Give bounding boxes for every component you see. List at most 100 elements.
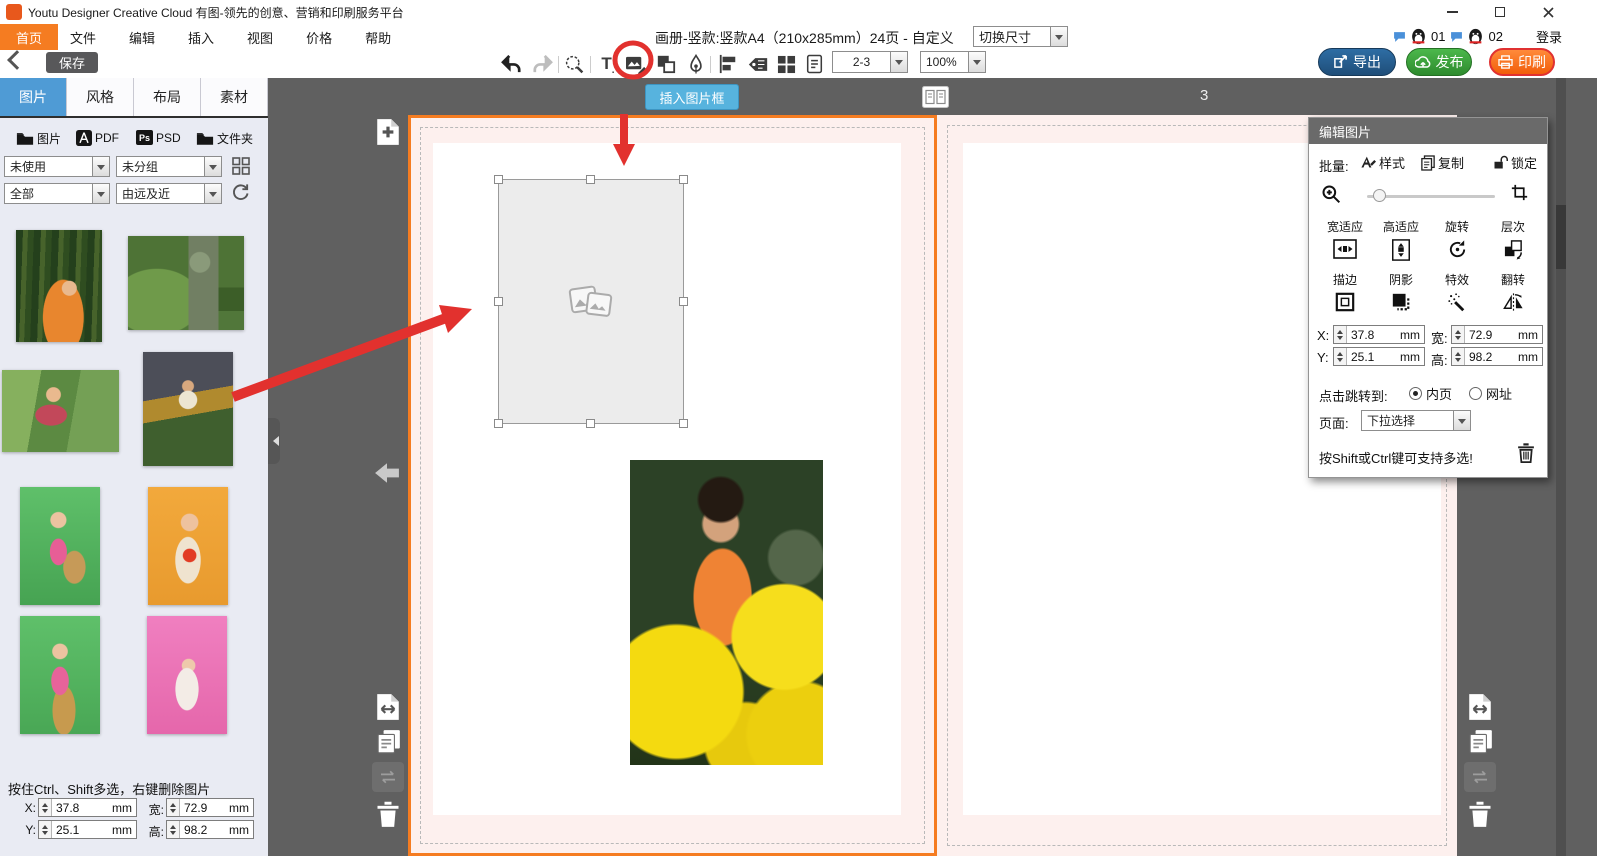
- batch-copy-button[interactable]: 复制: [1421, 153, 1464, 172]
- photo-thumb-boy-bamboo[interactable]: [16, 230, 102, 342]
- jump-internal-option[interactable]: 内页: [1409, 384, 1452, 403]
- page-select-dropdown[interactable]: 2-3: [832, 51, 908, 73]
- panel-height-field[interactable]: 98.2mm: [1451, 347, 1543, 366]
- chevron-down-icon[interactable]: [92, 157, 109, 176]
- grid-view-icon[interactable]: [232, 157, 250, 175]
- close-button[interactable]: [1533, 3, 1563, 21]
- shape-tool[interactable]: [654, 52, 678, 76]
- spinner-icon[interactable]: [1452, 326, 1465, 343]
- photo-thumb-boy-plaid[interactable]: [2, 370, 119, 452]
- photo-thumb-baby-chair[interactable]: [20, 487, 100, 605]
- add-page-button[interactable]: [376, 118, 400, 146]
- radio-selected-icon[interactable]: [1409, 387, 1422, 400]
- pen-tool[interactable]: [684, 52, 708, 76]
- photo-thumb-baby-sitting[interactable]: [20, 616, 100, 734]
- swap-pages-button[interactable]: [372, 762, 404, 792]
- panel-width-field[interactable]: 72.9mm: [1451, 325, 1543, 344]
- qq-contact-2[interactable]: 02: [1488, 29, 1502, 44]
- menu-home[interactable]: 首页: [0, 24, 58, 50]
- page-document-tool[interactable]: [802, 52, 826, 76]
- resize-handle[interactable]: [679, 297, 688, 306]
- photo-thumb-baby-apple[interactable]: [148, 487, 228, 605]
- batch-lock-button[interactable]: 锁定: [1493, 153, 1537, 172]
- delete-page-button[interactable]: [376, 800, 400, 828]
- maximize-button[interactable]: [1485, 3, 1515, 21]
- zoom-select-tool[interactable]: [562, 52, 586, 76]
- tab-images[interactable]: 图片: [0, 78, 67, 116]
- placed-photo-boy-balloons[interactable]: [630, 460, 823, 765]
- scale-slider-track[interactable]: [1367, 195, 1495, 198]
- import-psd-button[interactable]: Ps PSD: [136, 130, 181, 145]
- zoom-level-dropdown[interactable]: 100%: [920, 51, 986, 73]
- spinner-icon[interactable]: [1334, 348, 1347, 365]
- batch-style-button[interactable]: 样式: [1361, 153, 1405, 172]
- trash-icon[interactable]: [1517, 442, 1535, 463]
- tool-fit-width[interactable]: 宽适应: [1317, 218, 1373, 259]
- text-tool[interactable]: T.: [596, 52, 620, 76]
- chevron-down-icon[interactable]: [204, 157, 221, 176]
- prev-spread-arrow[interactable]: [374, 462, 400, 484]
- import-folder-button[interactable]: 文件夹: [196, 130, 253, 147]
- delete-page-button-right[interactable]: [1468, 800, 1492, 828]
- chevron-down-icon[interactable]: [92, 184, 109, 203]
- resize-handle[interactable]: [586, 419, 595, 428]
- y-field[interactable]: 25.1mm: [38, 820, 137, 839]
- chevron-down-icon[interactable]: [890, 52, 907, 72]
- tool-stroke[interactable]: 描边: [1317, 271, 1373, 312]
- height-field[interactable]: 98.2mm: [166, 820, 254, 839]
- radio-icon[interactable]: [1469, 387, 1482, 400]
- copy-pages-button[interactable]: [376, 729, 402, 755]
- spinner-icon[interactable]: [167, 799, 180, 816]
- chevron-down-icon[interactable]: [1453, 411, 1470, 430]
- import-pdf-button[interactable]: PDF: [76, 130, 119, 146]
- qq-penguin-icon[interactable]: [1468, 28, 1483, 45]
- scale-slider-thumb[interactable]: [1373, 189, 1386, 202]
- menu-file[interactable]: 文件: [70, 28, 96, 47]
- jump-url-option[interactable]: 网址: [1469, 384, 1512, 403]
- resize-handle[interactable]: [494, 297, 503, 306]
- resize-handle[interactable]: [494, 175, 503, 184]
- tab-layouts[interactable]: 布局: [134, 78, 201, 116]
- zoom-in-icon[interactable]: [1321, 184, 1341, 204]
- menu-edit[interactable]: 编辑: [129, 28, 155, 47]
- tool-flip[interactable]: 翻转: [1485, 271, 1541, 312]
- tool-rotate[interactable]: 旋转: [1429, 218, 1485, 260]
- publish-button[interactable]: 发布: [1406, 48, 1472, 76]
- page-size-button-right[interactable]: [1468, 693, 1492, 721]
- sidebar-collapse-handle[interactable]: [268, 418, 280, 464]
- tool-shadow[interactable]: 阴影: [1373, 271, 1429, 312]
- qq-contact-1[interactable]: 01: [1431, 29, 1445, 44]
- crop-icon[interactable]: [1511, 184, 1528, 201]
- login-link[interactable]: 登录: [1536, 27, 1562, 46]
- tool-effects[interactable]: 特效: [1429, 271, 1485, 312]
- width-field[interactable]: 72.9mm: [166, 798, 254, 817]
- minimize-button[interactable]: [1437, 3, 1467, 21]
- photo-thumb-boy-house[interactable]: [143, 352, 233, 466]
- empty-image-frame[interactable]: [498, 179, 684, 424]
- jump-page-dropdown[interactable]: 下拉选择: [1361, 410, 1471, 431]
- grid-layout-tool[interactable]: [774, 52, 798, 76]
- spinner-icon[interactable]: [1334, 326, 1347, 343]
- tag-tool[interactable]: [746, 52, 770, 76]
- swap-pages-button-right[interactable]: [1464, 762, 1496, 792]
- save-button[interactable]: 保存: [46, 52, 98, 73]
- menu-price[interactable]: 价格: [306, 28, 332, 47]
- tab-assets[interactable]: 素材: [201, 78, 268, 116]
- qq-penguin-icon[interactable]: [1411, 28, 1426, 45]
- resize-handle[interactable]: [586, 175, 595, 184]
- menu-view[interactable]: 视图: [247, 28, 273, 47]
- resize-handle[interactable]: [679, 419, 688, 428]
- menu-help[interactable]: 帮助: [365, 28, 391, 47]
- filter-sort-dropdown[interactable]: 由远及近: [116, 183, 222, 204]
- menu-insert[interactable]: 插入: [188, 28, 214, 47]
- tool-fit-height[interactable]: 高适应: [1373, 218, 1429, 261]
- tab-styles[interactable]: 风格: [67, 78, 134, 116]
- import-images-button[interactable]: 图片: [16, 130, 61, 147]
- switch-size-dropdown[interactable]: 切换尺寸: [973, 26, 1068, 47]
- spinner-icon[interactable]: [167, 821, 180, 838]
- page-size-button[interactable]: [376, 693, 400, 721]
- export-button[interactable]: 导出: [1318, 48, 1396, 76]
- filter-all-dropdown[interactable]: 全部: [4, 183, 110, 204]
- spread-view-icon[interactable]: [922, 86, 949, 108]
- scrollbar-thumb[interactable]: [1556, 205, 1566, 269]
